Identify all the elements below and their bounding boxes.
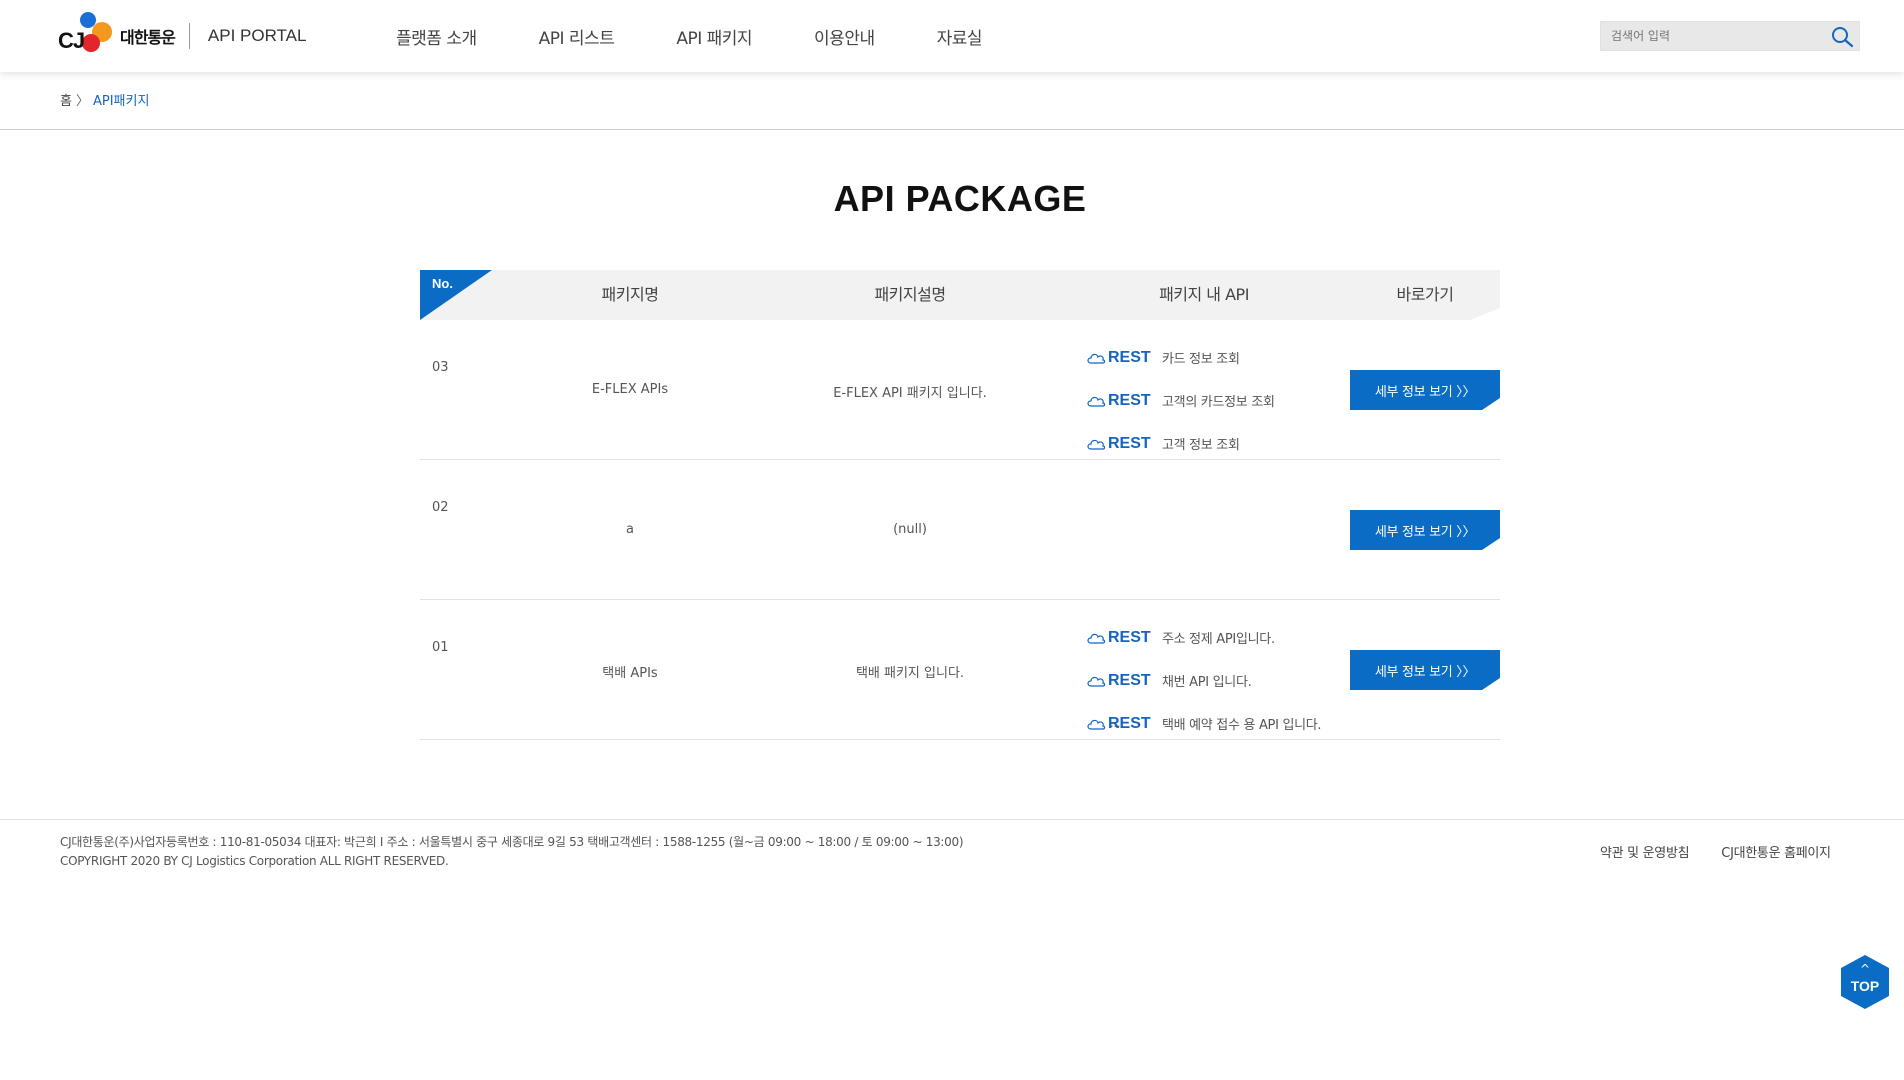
- logo-corp-name: 대한통운: [120, 28, 176, 47]
- no-flag-icon: No.: [420, 270, 492, 320]
- page-title: API PACKAGE: [833, 178, 1087, 219]
- header-corner: [1470, 308, 1500, 320]
- nav-item-guide[interactable]: 이용안내: [814, 24, 875, 49]
- api-type: REST: [1108, 348, 1151, 366]
- nav-item-api-list[interactable]: API 리스트: [539, 24, 615, 49]
- api-name: 고객 정보 조회: [1162, 438, 1240, 453]
- api-name: 택배 예약 접수 용 API 입니다.: [1162, 718, 1322, 733]
- api-name: 카드 정보 조회: [1162, 352, 1240, 367]
- cloud-icon: [1087, 353, 1106, 364]
- cloud-icon: [1087, 633, 1106, 644]
- header-package-apis: 패키지 내 API: [1159, 285, 1249, 304]
- row-api-list: REST 카드 정보 조회 REST 고객의 카드정보 조회 REST 고객 정…: [1086, 336, 1275, 465]
- row-no: 02: [432, 500, 449, 515]
- table-row: 03 E-FLEX APIs E-FLEX API 패키지 입니다. REST …: [420, 320, 1500, 460]
- breadcrumb: 홈 〉 API패키지: [60, 90, 149, 109]
- arrow-up-icon: ^: [1859, 962, 1871, 976]
- search-input[interactable]: [1601, 22, 1821, 50]
- footer-links: 약관 및 운영방침 CJ대한통운 홈페이지: [1600, 842, 1863, 861]
- api-item[interactable]: REST 고객 정보 조회: [1086, 422, 1275, 465]
- row-api-list: REST 주소 정제 API입니다. REST 채번 API 입니다. REST…: [1086, 616, 1322, 745]
- search-box: [1600, 21, 1860, 51]
- api-item[interactable]: REST 고객의 카드정보 조회: [1086, 379, 1275, 422]
- cloud-icon: [1087, 439, 1106, 450]
- scroll-top-button[interactable]: ^ TOP: [1840, 954, 1890, 1010]
- table-header: No. 패키지명 패키지설명 패키지 내 API 바로가기: [420, 270, 1500, 320]
- nav-item-platform[interactable]: 플랫폼 소개: [396, 24, 477, 49]
- breadcrumb-home[interactable]: 홈: [60, 90, 72, 109]
- row-package-desc: E-FLEX API 패키지 입니다.: [833, 386, 987, 401]
- api-name: 채번 API 입니다.: [1162, 675, 1252, 690]
- cj-logo-icon: CJ: [58, 10, 120, 62]
- cloud-icon: [1087, 719, 1106, 730]
- api-item[interactable]: REST 주소 정제 API입니다.: [1086, 616, 1321, 659]
- header-no: No.: [432, 276, 453, 291]
- footer-link-homepage[interactable]: CJ대한통운 홈페이지: [1721, 842, 1831, 861]
- footer-link-terms[interactable]: 약관 및 운영방침: [1600, 842, 1690, 861]
- footer-copyright: COPYRIGHT 2020 BY CJ Logistics Corporati…: [60, 854, 449, 868]
- row-package-name: 택배 APIs: [602, 666, 658, 681]
- logo[interactable]: CJ 대한통운 API PORTAL: [58, 10, 306, 62]
- breadcrumb-separator: 〉: [75, 94, 89, 109]
- more-apis-indicator: ...: [1110, 717, 1121, 730]
- nav-item-api-package[interactable]: API 패키지: [676, 24, 752, 49]
- logo-cj-text: CJ: [58, 28, 85, 53]
- api-type: REST: [1108, 628, 1151, 646]
- api-item[interactable]: REST 채번 API 입니다.: [1086, 659, 1321, 702]
- nav-item-resources[interactable]: 자료실: [937, 24, 983, 49]
- main-nav: 플랫폼 소개 API 리스트 API 패키지 이용안내 자료실: [396, 0, 1044, 72]
- package-table: No. 패키지명 패키지설명 패키지 내 API 바로가기 03 E-FLEX …: [420, 270, 1500, 740]
- logo-portal-text: API PORTAL: [207, 26, 307, 45]
- footer-info: CJ대한통운(주)사업자등록번호 : 110-81-05034 대표자: 박근희…: [60, 833, 964, 871]
- api-type: REST: [1108, 671, 1151, 689]
- detail-button[interactable]: 세부 정보 보기 〉〉: [1350, 370, 1500, 410]
- api-item[interactable]: REST 카드 정보 조회: [1086, 336, 1275, 379]
- footer-divider: [0, 819, 1904, 820]
- header: CJ 대한통운 API PORTAL 플랫폼 소개 API 리스트 API 패키…: [0, 0, 1904, 72]
- row-no: 03: [432, 360, 449, 375]
- api-name: 주소 정제 API입니다.: [1162, 632, 1275, 647]
- top-label: TOP: [1850, 978, 1880, 994]
- row-package-name: a: [626, 522, 634, 537]
- row-no: 01: [432, 640, 449, 655]
- search-icon[interactable]: [1829, 25, 1855, 49]
- breadcrumb-divider: [0, 129, 1904, 130]
- api-item[interactable]: REST 택배 예약 접수 용 API 입니다.: [1086, 702, 1322, 745]
- header-package-desc: 패키지설명: [874, 285, 946, 304]
- logo-divider: [188, 23, 190, 49]
- api-name: 고객의 카드정보 조회: [1162, 395, 1275, 410]
- table-row: 01 택배 APIs 택배 패키지 입니다. REST 주소 정제 API입니다…: [420, 600, 1500, 740]
- row-package-desc: (null): [893, 522, 927, 537]
- detail-button[interactable]: 세부 정보 보기 〉〉: [1350, 510, 1500, 550]
- row-package-name: E-FLEX APIs: [591, 382, 669, 397]
- table-row: 02 a (null) 세부 정보 보기 〉〉: [420, 460, 1500, 600]
- header-package-name: 패키지명: [601, 285, 659, 304]
- cloud-icon: [1087, 676, 1106, 687]
- api-type: REST: [1108, 391, 1151, 409]
- row-package-desc: 택배 패키지 입니다.: [855, 666, 965, 681]
- breadcrumb-current[interactable]: API패키지: [93, 90, 149, 109]
- cloud-icon: [1087, 396, 1106, 407]
- detail-button[interactable]: 세부 정보 보기 〉〉: [1350, 650, 1500, 690]
- api-type: REST: [1108, 434, 1151, 452]
- footer-company-info: CJ대한통운(주)사업자등록번호 : 110-81-05034 대표자: 박근희…: [60, 835, 964, 849]
